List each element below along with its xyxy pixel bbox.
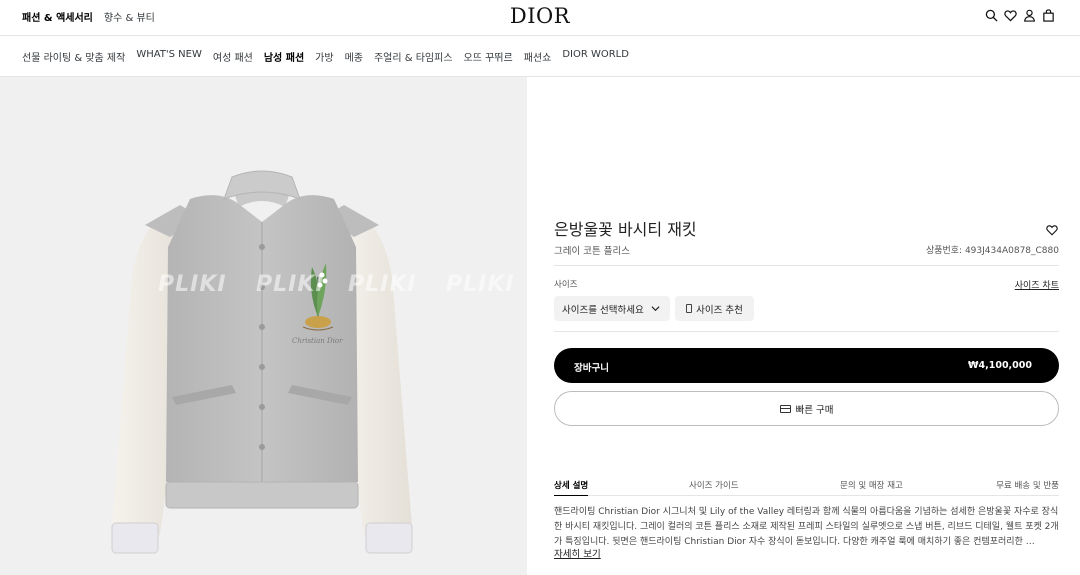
tab-details[interactable]: 상세 설명: [554, 479, 589, 496]
price: ₩4,100,000: [968, 360, 1032, 371]
wishlist-heart-icon[interactable]: [1004, 9, 1017, 22]
product-info-panel: 은방울꽃 바시티 재킷 그레이 코튼 플리스 상품번호: 493J434A087…: [527, 77, 1080, 575]
tab-size-guide[interactable]: 사이즈 가이드: [689, 479, 739, 491]
quick-buy-label: 빠른 구매: [795, 404, 834, 416]
watermark-1: PLIKI: [158, 272, 227, 297]
nav-item[interactable]: 주얼리 & 타임피스: [374, 49, 453, 64]
tab-shipping-returns[interactable]: 무료 배송 및 반품: [996, 479, 1059, 491]
jacket-illustration: Christian Dior: [111, 170, 413, 554]
size-recommend-button[interactable]: 사이즈 추천: [675, 296, 754, 321]
nav-item[interactable]: 가방: [315, 49, 333, 64]
product-sku: 상품번호: 493J434A0878_C880: [925, 246, 1059, 256]
size-select-label: 사이즈를 선택하세요: [562, 304, 644, 316]
product-title: 은방울꽃 바시티 재킷: [554, 220, 697, 239]
divider: [554, 331, 1059, 332]
product-description: 핸드라이팅 Christian Dior 시그니처 및 Lily of the …: [554, 507, 1059, 547]
top-link-beauty[interactable]: 향수 & 뷰티: [104, 9, 155, 24]
nav-item[interactable]: 오뜨 꾸뛰르: [464, 49, 513, 64]
watermark-4: PLIKI: [446, 272, 515, 297]
top-links: 패션 & 액세서리 향수 & 뷰티: [22, 9, 155, 24]
search-icon[interactable]: [985, 9, 998, 22]
size-label: 사이즈: [554, 280, 578, 290]
divider: [554, 265, 1059, 266]
nav-item[interactable]: 여성 패션: [213, 49, 253, 64]
watermark-2: PLIKI: [256, 272, 325, 297]
size-recommend-label: 사이즈 추천: [696, 304, 743, 316]
shopping-bag-icon[interactable]: [1042, 9, 1055, 22]
chevron-down-icon: [651, 304, 660, 313]
product-tabs: 상세 설명 사이즈 가이드 문의 및 매장 재고 무료 배송 및 반품: [554, 477, 1059, 496]
read-more-link[interactable]: 자세히 보기: [554, 546, 601, 560]
nav-item[interactable]: WHAT'S NEW: [136, 49, 202, 64]
top-bar: 패션 & 액세서리 향수 & 뷰티 DIOR: [0, 0, 1080, 36]
size-select[interactable]: 사이즈를 선택하세요: [554, 296, 670, 321]
svg-text:Christian Dior: Christian Dior: [292, 337, 343, 345]
cart-label: 장바구니: [574, 363, 609, 374]
add-to-cart-button[interactable]: 장바구니 ₩4,100,000: [554, 348, 1059, 383]
account-icon[interactable]: [1023, 9, 1036, 22]
watermark-3: PLIKI: [348, 272, 417, 297]
product-image[interactable]: Christian Dior PLIKI PLIKI PLIKI PLIKI: [0, 77, 527, 575]
nav-item[interactable]: 메종: [345, 49, 363, 64]
product-material: 그레이 코튼 플리스: [554, 246, 630, 257]
nav-item[interactable]: 선물 라이팅 & 맞춤 제작: [22, 49, 125, 64]
size-chart-link[interactable]: 사이즈 차트: [1015, 278, 1059, 291]
quick-buy-button[interactable]: 빠른 구매: [554, 391, 1059, 426]
dior-logo[interactable]: DIOR: [510, 4, 570, 28]
nav-item[interactable]: 남성 패션: [264, 49, 304, 64]
add-to-wishlist-icon[interactable]: [1046, 221, 1058, 236]
header-icons: [985, 9, 1055, 22]
top-link-fashion[interactable]: 패션 & 액세서리: [22, 9, 93, 24]
nav-item[interactable]: 패션쇼: [524, 49, 552, 64]
nav-item[interactable]: DIOR WORLD: [562, 49, 629, 64]
credit-card-icon: [779, 404, 791, 413]
category-nav: 선물 라이팅 & 맞춤 제작 WHAT'S NEW 여성 패션 남성 패션 가방 메종 주얼…: [0, 36, 1080, 77]
ruler-icon: [686, 304, 693, 313]
tab-inquiry-stock[interactable]: 문의 및 매장 재고: [840, 479, 903, 491]
